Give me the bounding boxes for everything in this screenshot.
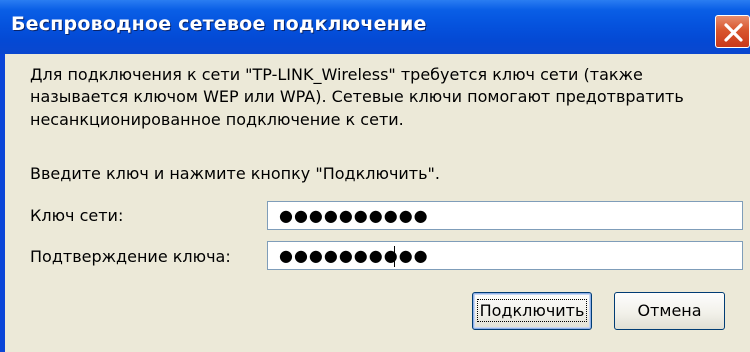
cancel-button[interactable]: Отмена [614,292,725,330]
text-cursor [394,246,395,267]
cancel-button-label: Отмена [637,301,702,320]
confirm-key-label: Подтверждение ключа: [30,247,231,266]
network-key-label: Ключ сети: [30,206,124,225]
message-line-2: называется ключом WEP или WPA). Сетевые … [30,87,684,106]
confirm-key-field[interactable]: ●●●●●●●●●● [267,241,743,270]
connect-button-label: Подключить [476,299,588,322]
dialog-body: Для подключения к сети "TP-LINK_Wireless… [5,54,750,352]
instruction-text: Введите ключ и нажмите кнопку "Подключит… [30,164,440,183]
message-line-3: несанкционированное подключение к сети. [30,110,404,129]
close-icon [724,23,743,42]
network-key-value: ●●●●●●●●●● [279,206,429,225]
network-key-field[interactable]: ●●●●●●●●●● [267,201,743,230]
window-title: Беспроводное сетевое подключение [11,13,427,35]
message-line-1: Для подключения к сети "TP-LINK_Wireless… [30,65,643,84]
confirm-key-value: ●●●●●●●●●● [279,246,429,265]
dialog-window: Беспроводное сетевое подключение Для под… [0,0,750,352]
connect-button[interactable]: Подключить [472,292,592,330]
title-bar[interactable]: Беспроводное сетевое подключение [0,0,750,54]
close-button[interactable] [715,15,750,48]
